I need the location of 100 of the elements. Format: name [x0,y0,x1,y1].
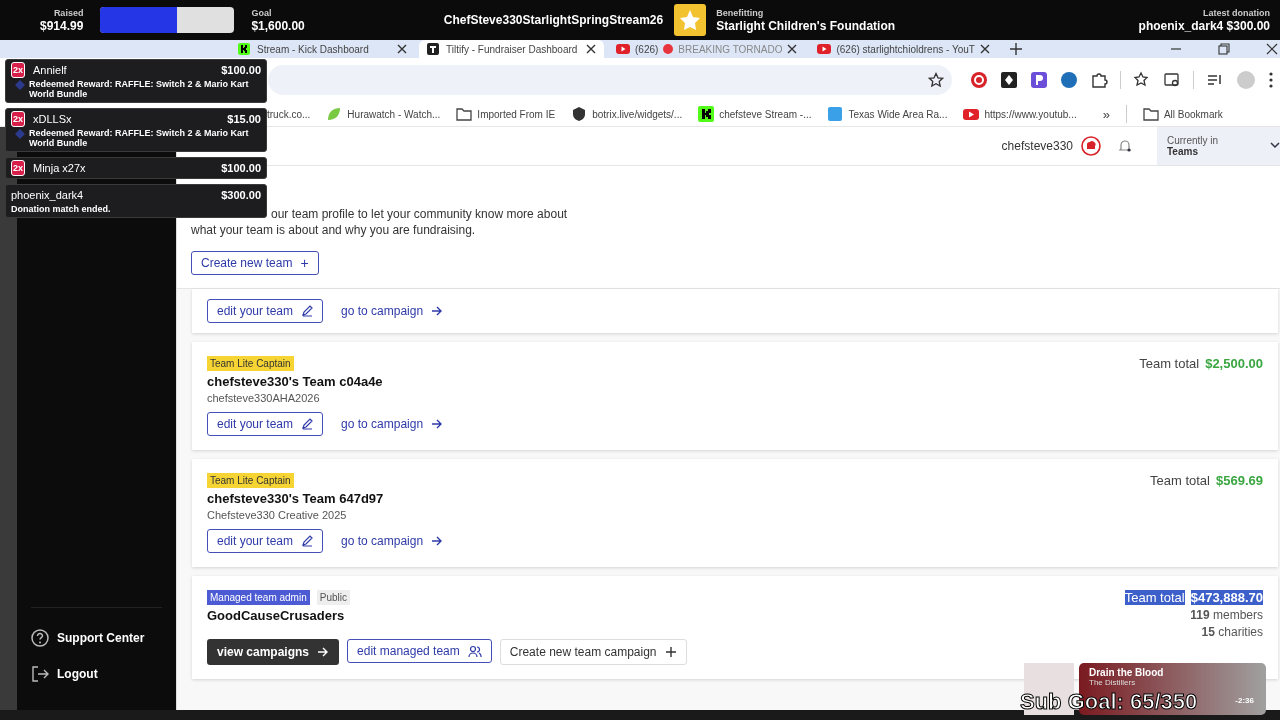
restore-icon [1218,43,1230,55]
sidebar-link[interactable]: Support Center [31,620,176,656]
donor-name: xDLLSx [33,113,72,125]
k-letter-icon [238,43,252,55]
close-icon [979,44,990,54]
alert-message: Redeemed Reward: RAFFLE: Switch 2 & Mario Kart World Bundle [29,79,250,99]
team-total-label: Team total [1124,590,1185,605]
tab-title: Tiltify - Fundraiser Dashboard [446,43,578,55]
t-letter-icon [427,43,441,55]
record-icon [970,71,988,89]
close-icon [397,44,407,54]
role-tag: Managed team admin [207,590,310,605]
bookmark-link[interactable]: https://www.youtub... [963,106,1077,122]
alert-message: Donation match ended. [11,204,111,214]
pencil-icon [301,305,314,317]
donation-amount: $15.00 [227,113,261,125]
team-name: GoodCauseCrusaders [207,608,346,623]
address-field[interactable] [268,65,952,95]
tab-title: Stream - Kick Dashboard [257,43,369,55]
video-play-icon [616,43,630,55]
avatar-icon [1236,70,1256,90]
edit-team-button[interactable]: edit your team [207,529,324,553]
star-logo-icon [674,4,707,36]
bookmark-link[interactable]: botrix.live/widgets/... [571,106,683,122]
campaign-link[interactable]: go to campaign [331,299,454,323]
star-list-icon [1133,71,1151,89]
intro-text: what your team is about and why you are fundraising. [191,222,476,238]
team-total-amount: $473,888.70 [1190,590,1263,605]
edit-managed-team-button[interactable]: edit managed team [347,639,492,663]
campaign-link[interactable]: go to campaign [331,529,454,553]
more-bookmarks-button[interactable]: » [1102,106,1110,122]
team-total-amount: $2,500.00 [1205,356,1263,371]
raised-label: Raised [53,7,84,18]
tab-title: (626) starlightchioldrens - YouT [836,43,975,55]
close-icon [1266,43,1278,55]
context-switcher[interactable]: Currently in Teams [1157,127,1280,165]
orb-icon [1060,71,1078,89]
edit-team-button[interactable]: edit your team [207,299,324,323]
star-icon [928,72,944,88]
arrow-right-icon [431,418,444,430]
browser-tab[interactable]: Tiltify - Fundraiser Dashboard [419,40,604,58]
video-play-icon [817,43,832,55]
username: chefsteve330 [1001,139,1073,153]
time-remaining: -2:36 [1235,696,1254,705]
create-campaign-button[interactable]: Create new team campaign [499,639,687,665]
goal-label: Goal [251,7,273,18]
logout-icon [31,665,49,683]
view-campaigns-button[interactable]: view campaigns [207,639,340,665]
gem-icon [15,129,25,139]
help-icon [31,629,49,647]
browser-tab[interactable]: Stream - Kick Dashboard [230,40,415,58]
arrow-right-icon [317,646,330,658]
track-title: Drain the Blood [1089,667,1165,678]
chef-avatar-icon [1081,136,1101,156]
bookmark-link[interactable]: truck.co... [267,108,311,120]
latest-donation: phoenix_dark4 $300.00 [1138,18,1270,33]
donor-name: Minja x27x [33,162,86,174]
gem-icon [15,80,25,90]
multiplier-tag: 2x [11,160,25,176]
tab-search-icon [1163,71,1181,89]
multiplier-tag: 2x [11,111,25,127]
edit-team-button[interactable]: edit your team [207,412,324,436]
folder-icon [1142,106,1159,122]
create-team-button[interactable]: Create new team + [191,251,319,275]
donation-amount: $100.00 [221,64,261,76]
donation-amount: $100.00 [221,162,261,174]
multiplier-tag: 2x [11,62,25,78]
latest-donation-label: Latest donation [1203,7,1270,18]
artist-name: The Distillers [1089,678,1137,687]
puzzle-icon [1090,71,1108,89]
donor-name: Annielf [33,64,67,76]
intro-text: our team profile to let your community know more about [271,206,568,222]
team-name: chefsteve330's Team 647d97 [207,491,384,506]
benefitting-label: Benefitting [716,7,765,18]
video-play-icon [963,106,980,122]
donor-name: phoenix_dark4 [11,189,84,201]
tab-title: BREAKING TORNADO [678,43,783,55]
leaf-icon [326,106,343,122]
chevron-down-icon [1270,141,1280,149]
team-name: chefsteve330's Team c04a4e [207,374,383,389]
pencil-icon [301,418,314,430]
bookmark-folder[interactable]: All Bookmark [1142,106,1223,122]
campaign-link[interactable]: go to campaign [331,412,454,436]
bookmark-link[interactable]: Texas Wide Area Ra... [827,106,948,122]
k-letter-icon [698,106,715,122]
browser-tab[interactable]: (626) BREAKING TORNADO [608,40,806,58]
team-slug: Chefsteve330 Creative 2025 [207,509,348,521]
square-icon [827,106,844,122]
close-icon [586,44,596,54]
browser-tab[interactable]: (626) starlightchioldrens - YouT [809,40,998,58]
team-stat: 119 members [1190,608,1263,622]
close-icon [787,44,798,54]
sidebar-link[interactable]: Logout [31,656,176,692]
role-tag: Team Lite Captain [207,473,294,488]
team-total-amount: $569.69 [1216,473,1263,488]
bookmark-link[interactable]: Hurawatch - Watch... [326,106,441,122]
bookmark-link[interactable]: chefsteve Stream -... [698,106,812,122]
bookmark-link[interactable]: Imported From IE [456,106,556,122]
tab-title: (626) [635,43,659,55]
arrow-right-icon [431,305,444,317]
